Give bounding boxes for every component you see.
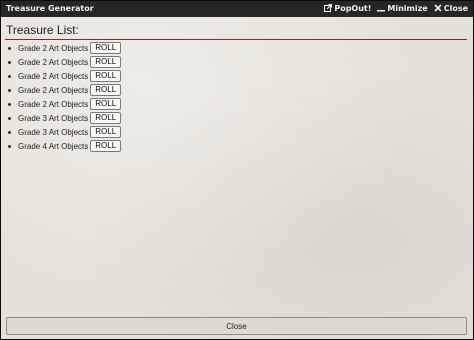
list-item: Grade 2 Art Objects ROLL — [8, 83, 122, 97]
popout-button[interactable]: PopOut! — [324, 3, 371, 14]
treasure-item-label: Grade 3 Art Objects — [18, 113, 89, 123]
roll-button[interactable]: ROLL — [90, 112, 122, 124]
treasure-item-label: Grade 3 Art Objects — [18, 127, 89, 137]
list-item: Grade 2 Art Objects ROLL — [8, 55, 122, 69]
bullet — [8, 74, 11, 78]
roll-button[interactable]: ROLL — [90, 42, 122, 54]
bullet — [8, 116, 11, 120]
bullet — [8, 144, 11, 148]
list-item: Grade 3 Art Objects ROLL — [8, 125, 122, 139]
heading-divider — [5, 39, 467, 40]
treasure-list-heading: Treasure List: — [6, 23, 79, 37]
bullet — [8, 46, 11, 50]
roll-button[interactable]: ROLL — [90, 140, 122, 152]
close-icon — [434, 3, 442, 14]
treasure-generator-window: Treasure Generator PopOut! Minimize Clos… — [0, 0, 474, 340]
minimize-icon — [377, 4, 386, 14]
treasure-item-label: Grade 2 Art Objects — [18, 43, 89, 53]
window-title: Treasure Generator — [6, 4, 94, 13]
roll-button[interactable]: ROLL — [90, 126, 122, 138]
list-item: Grade 3 Art Objects ROLL — [8, 111, 122, 125]
close-window-label: Close — [443, 4, 468, 13]
list-item: Grade 4 Art Objects ROLL — [8, 139, 122, 153]
bullet — [8, 102, 11, 106]
minimize-button[interactable]: Minimize — [377, 3, 428, 14]
external-link-icon — [324, 3, 333, 14]
roll-button[interactable]: ROLL — [90, 56, 122, 68]
window-content: Treasure List: Grade 2 Art Objects ROLL … — [1, 17, 473, 339]
roll-button[interactable]: ROLL — [90, 98, 122, 110]
list-item: Grade 2 Art Objects ROLL — [8, 97, 122, 111]
list-item: Grade 2 Art Objects ROLL — [8, 41, 122, 55]
treasure-list: Grade 2 Art Objects ROLL Grade 2 Art Obj… — [8, 41, 122, 153]
roll-button[interactable]: ROLL — [90, 84, 122, 96]
close-button[interactable]: Close — [6, 317, 467, 335]
treasure-item-label: Grade 2 Art Objects — [18, 71, 89, 81]
popout-label: PopOut! — [334, 4, 372, 13]
bullet — [8, 60, 11, 64]
treasure-item-label: Grade 2 Art Objects — [18, 99, 89, 109]
treasure-item-label: Grade 4 Art Objects — [18, 141, 89, 151]
list-item: Grade 2 Art Objects ROLL — [8, 69, 122, 83]
roll-button[interactable]: ROLL — [90, 70, 122, 82]
treasure-item-label: Grade 2 Art Objects — [18, 85, 89, 95]
bullet — [8, 130, 11, 134]
window-titlebar[interactable]: Treasure Generator PopOut! Minimize Clos… — [1, 1, 473, 17]
close-window-button[interactable]: Close — [434, 3, 468, 14]
treasure-item-label: Grade 2 Art Objects — [18, 57, 89, 67]
minimize-label: Minimize — [387, 4, 428, 13]
bullet — [8, 88, 11, 92]
window-controls: PopOut! Minimize Close — [324, 3, 468, 14]
